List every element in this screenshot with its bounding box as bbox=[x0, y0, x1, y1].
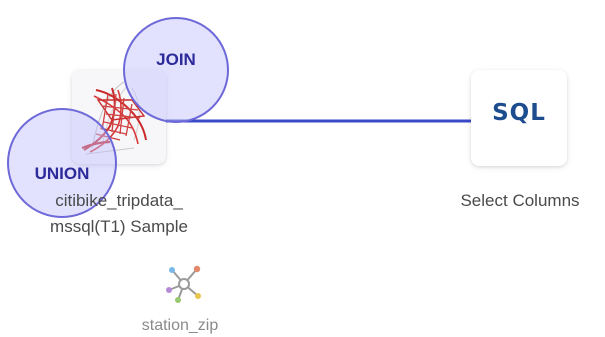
sql-icon: SQL bbox=[492, 100, 546, 126]
source-node-label: citibike_tripdata_ mssql(T1) Sample bbox=[6, 188, 232, 240]
sql-node-label: Select Columns bbox=[460, 191, 580, 210]
union-label: UNION bbox=[34, 164, 90, 183]
join-badge[interactable]: JOIN bbox=[123, 17, 229, 123]
join-label: JOIN bbox=[156, 50, 196, 69]
workflow-canvas[interactable]: SQL JOIN UNION citibike_tripdata_ mssql(… bbox=[0, 0, 605, 337]
sql-node-card[interactable]: SQL bbox=[471, 70, 567, 166]
source-node-label-line2: mssql(T1) Sample bbox=[50, 217, 188, 236]
network-hub-icon[interactable] bbox=[164, 264, 204, 304]
source-node-label-line1: citibike_tripdata_ bbox=[55, 191, 183, 210]
station-zip-label: station_zip bbox=[141, 317, 219, 334]
